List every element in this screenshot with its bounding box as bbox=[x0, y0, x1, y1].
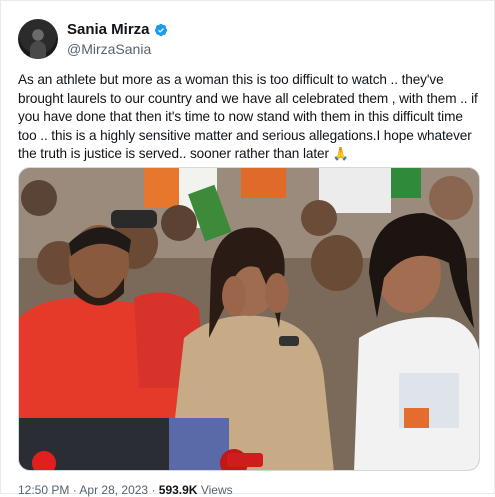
tweet-media-image[interactable] bbox=[18, 167, 480, 471]
view-count: 593.9K bbox=[158, 483, 198, 497]
verified-badge-icon bbox=[154, 23, 167, 36]
protest-photo bbox=[19, 168, 479, 470]
folded-hands-emoji-icon: 🙏 bbox=[332, 146, 349, 161]
tweet-text-content: As an athlete but more as a woman this i… bbox=[18, 72, 478, 161]
tweet-time[interactable]: 12:50 PM bbox=[18, 483, 69, 497]
author-name-row: Sania Mirza bbox=[67, 21, 168, 38]
author-handle[interactable]: @MirzaSania bbox=[67, 41, 151, 57]
author-avatar[interactable] bbox=[18, 19, 58, 59]
tweet-meta: 12:50 PM · Apr 28, 2023 · 593.9K Views bbox=[18, 483, 233, 497]
view-label: Views bbox=[200, 483, 233, 497]
tweet-text: As an athlete but more as a woman this i… bbox=[18, 71, 480, 164]
tweet-date[interactable]: Apr 28, 2023 bbox=[79, 483, 148, 497]
tweet-card: Sania Mirza @MirzaSania As an athlete bu… bbox=[0, 0, 495, 497]
author-display-name[interactable]: Sania Mirza bbox=[67, 21, 150, 38]
